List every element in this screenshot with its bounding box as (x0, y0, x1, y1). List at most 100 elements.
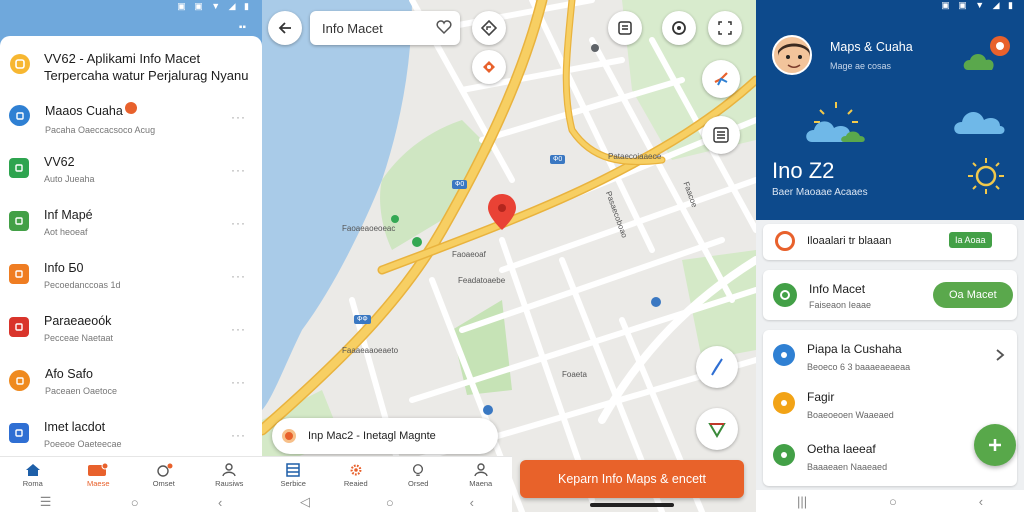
list-item[interactable]: Afo Safo Paceaen Oaetoce ··· (0, 367, 262, 417)
nav-settings[interactable]: Reaied (325, 457, 388, 492)
back-icon[interactable]: ‹ (218, 495, 222, 510)
more-icon[interactable]: ··· (231, 322, 246, 336)
menu-item-subtitle: Beoeco 6 3 baaaeaeaeaa (807, 362, 911, 372)
maps-icon (88, 463, 109, 476)
bottom-nav: Roma Maese Omset Rausiws (0, 456, 262, 492)
nav-home[interactable]: Roma (0, 457, 66, 492)
avatar[interactable] (772, 35, 812, 75)
profile-subtitle: Mage ae cosas (830, 61, 892, 71)
nav-label: Maese (86, 479, 110, 488)
location-icon (9, 105, 30, 126)
nav-label: Omset (152, 479, 175, 488)
search-text: Info Macet (322, 20, 383, 36)
more-icon[interactable]: ··· (231, 110, 246, 124)
home-icon (25, 464, 40, 476)
info-macet-button[interactable]: Oa Macet (933, 282, 1013, 308)
home-circle-icon[interactable]: ○ (889, 494, 897, 509)
left-screen: ▣ ▣ ▼ ◢ ▮ ▪▪ VV62 - Aplikami Info Macet … (0, 0, 262, 512)
route-button[interactable] (696, 408, 738, 450)
chevron-icon[interactable]: ‹ (470, 495, 474, 510)
directions-button[interactable] (472, 11, 506, 45)
menu-item-subtitle: Baaaeaen Naaeaed (807, 462, 888, 472)
list-button[interactable] (702, 116, 740, 154)
item-title: Paraeaeoók (44, 314, 112, 328)
nav-search[interactable]: Orsed (387, 457, 450, 492)
share-icon (714, 72, 728, 86)
add-fab-button[interactable] (974, 424, 1016, 466)
nav-label: Orsed (408, 479, 429, 488)
layers-icon (618, 21, 632, 35)
more-icon[interactable]: ··· (231, 269, 246, 283)
gear-icon (773, 283, 797, 307)
navigate-button[interactable] (696, 346, 738, 388)
item-subtitle: Pecoedanccoas 1d (44, 280, 121, 290)
more-icon[interactable]: ··· (231, 428, 246, 442)
cta-button[interactable]: Keparn Info Maps & encett (520, 460, 744, 498)
map-label: Foaeta (562, 370, 587, 379)
fullscreen-button[interactable] (708, 11, 742, 45)
compass-button[interactable] (662, 11, 696, 45)
nav-profile[interactable]: Rausiws (197, 457, 263, 492)
card-title: Info Macet (809, 282, 866, 296)
home-indicator[interactable] (590, 503, 674, 507)
list-item[interactable]: Info Б0 Pecoedanccoas 1d ··· (0, 261, 262, 311)
item-title: VV62 (44, 155, 75, 169)
recents-icon[interactable]: ||| (797, 494, 807, 509)
navigation-arrow-icon (711, 358, 723, 376)
nav-profile[interactable]: Maena (450, 457, 513, 492)
traffic-icon (483, 61, 495, 73)
back-button[interactable] (268, 11, 302, 45)
nav-alerts[interactable]: Omset (131, 457, 197, 492)
system-nav: ||| ○ ‹ (756, 490, 1024, 512)
item-subtitle: Poeeoe Oaeteecae (44, 439, 122, 449)
heart-icon[interactable] (436, 19, 452, 35)
weather-description: Baer Maoaae Acaaes (772, 187, 868, 198)
share-button[interactable] (702, 60, 740, 98)
more-icon[interactable]: ··· (231, 163, 246, 177)
nav-maps[interactable]: Maese (66, 457, 132, 492)
item-title: Imet lacdot (44, 420, 106, 434)
more-icon[interactable]: ··· (231, 375, 246, 389)
cloud-icon (954, 111, 1005, 134)
bottom-nav: Serbice Reaied Orsed Maena (262, 456, 512, 492)
list-item[interactable]: Paraeaeoók Pecceae Naetaat ··· (0, 314, 262, 364)
search-input[interactable]: Info Macet (310, 11, 460, 45)
item-subtitle: Aot heoeaf (44, 227, 88, 237)
layers-button[interactable] (608, 11, 642, 45)
back-icon[interactable]: ◁ (300, 494, 310, 510)
safety-icon (9, 370, 30, 391)
place-card[interactable]: Inp Mac2 - Inetagl Magnte (272, 418, 498, 454)
list-item[interactable]: VV62 Auto Jueaha ··· (0, 155, 262, 205)
info-macet-card[interactable]: Info Macet Faiseaon Ieaae Oa Macet (763, 270, 1017, 320)
more-icon[interactable]: ··· (231, 216, 246, 230)
home-circle-icon[interactable]: ○ (386, 495, 394, 510)
grid-icon (286, 463, 300, 477)
status-card[interactable]: Iloaalari tr blaaan Ia Aoaa (763, 224, 1017, 260)
status-icons: ▣ ▣ ▼ ◢ ▮ (177, 1, 252, 11)
nav-label: Serbice (280, 479, 306, 488)
cloud-sun-icon (806, 102, 865, 142)
app-title: VV62 - Aplikami Info Macet Terpercaha wa… (44, 51, 249, 83)
search-icon (413, 464, 424, 476)
status-chip[interactable]: Ia Aoaa (949, 232, 992, 248)
menu-item-title[interactable]: Oetha laeeaf (807, 442, 876, 456)
recents-icon[interactable]: ☰ (40, 494, 52, 510)
nav-services[interactable]: Serbice (262, 457, 325, 492)
menu-item-title[interactable]: Fagir (807, 390, 834, 404)
chevron-right-icon[interactable] (995, 348, 1005, 362)
item-title: Info Б0 (44, 261, 84, 275)
mail-icon (9, 317, 29, 337)
nav-label: Roma (22, 479, 43, 488)
list-item[interactable]: Maaos Cuaha Pacaha Oaeccacsoco Acug ··· (0, 102, 262, 152)
route-icon (708, 423, 726, 438)
list-icon (713, 127, 729, 143)
list-item[interactable]: Imet lacdot Poeeoe Oaeteecae ··· (0, 420, 262, 456)
arrow-left-icon (278, 22, 291, 34)
traffic-button[interactable] (472, 50, 506, 84)
menu-item-title[interactable]: Piapa la Cushaha (807, 342, 902, 356)
list-item[interactable]: Inf Mapé Aot heoeaf ··· (0, 208, 262, 258)
back-icon[interactable]: ‹ (979, 494, 983, 509)
map-label: Faoaeaoeoeac (342, 224, 396, 233)
item-title: Maaos Cuaha (45, 104, 123, 118)
home-circle-icon[interactable]: ○ (131, 495, 139, 510)
